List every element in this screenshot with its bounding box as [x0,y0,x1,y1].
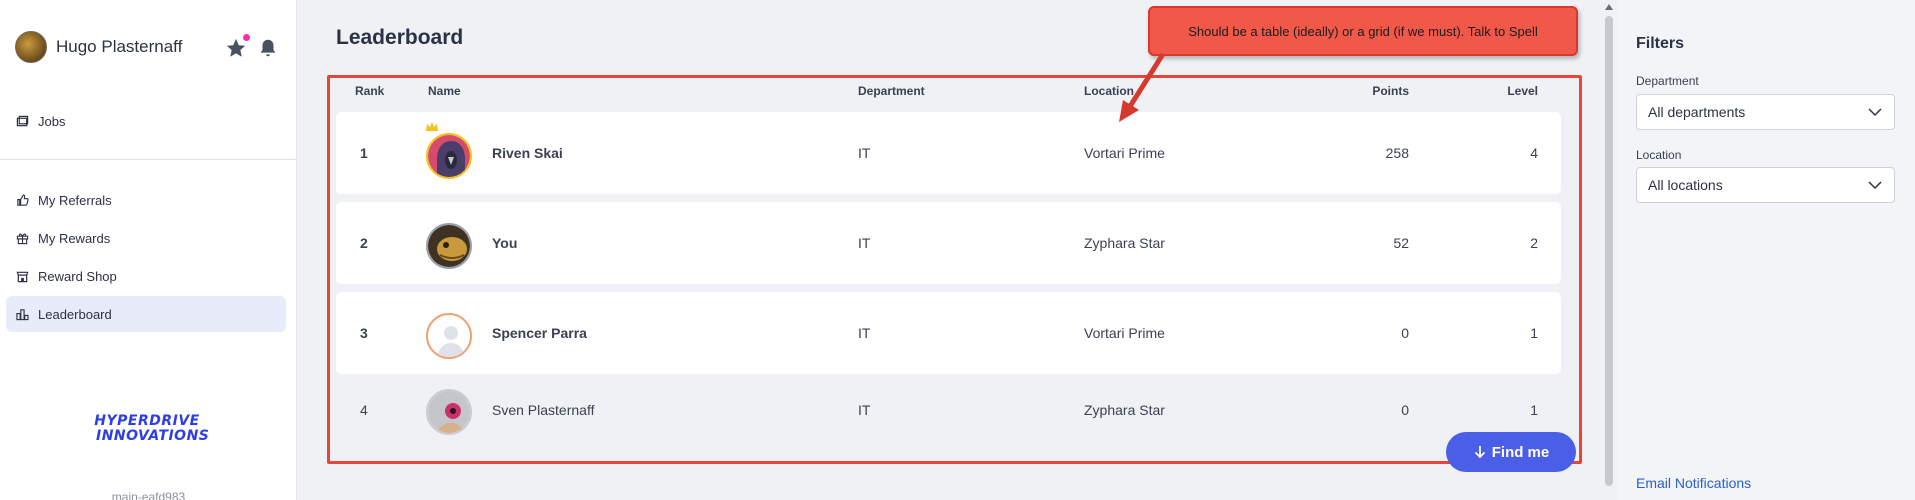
table-row[interactable]: 4 Sven Plasternaff IT Zyphara Star 0 1 [336,369,1561,451]
scroll-up-icon[interactable] [1605,4,1613,10]
sidebar-item-label: Jobs [38,113,66,129]
row-points: 52 [1393,235,1409,251]
sidebar-divider [0,159,297,160]
annotation-text: Should be a table (ideally) or a grid (i… [1188,23,1538,39]
row-location: Zyphara Star [1084,235,1165,251]
filters-panel: Filters Department All departments Locat… [1617,0,1915,500]
column-header-rank[interactable]: Rank [355,84,384,98]
table-row[interactable]: 3 Spencer Parra IT Vortari Prime 0 1 [336,292,1561,374]
company-logo: HYPERDRIVE INNOVATIONS [94,413,210,444]
arrow-down-icon [1474,446,1485,459]
row-location: Zyphara Star [1084,402,1165,418]
sidebar-item-my-referrals[interactable]: My Referrals [6,182,286,218]
shop-icon [16,271,29,282]
row-points: 0 [1401,402,1409,418]
row-name: Riven Skai [492,145,563,161]
row-rank: 3 [360,325,368,341]
row-department: IT [858,235,871,251]
row-level: 1 [1530,402,1538,418]
sidebar-item-leaderboard[interactable]: Leaderboard [6,296,286,332]
column-header-level[interactable]: Level [1507,84,1538,98]
player-avatar [426,313,472,359]
sidebar-item-jobs[interactable]: Jobs [6,103,286,139]
star-icon[interactable] [225,34,250,59]
row-points: 258 [1385,145,1409,161]
sidebar-item-label: Reward Shop [38,268,117,284]
row-level: 2 [1530,235,1538,251]
row-level: 1 [1530,325,1538,341]
location-select[interactable]: All locations [1636,167,1895,203]
player-avatar [426,389,472,435]
player-avatar [426,133,472,179]
page-title: Leaderboard [336,26,464,49]
thumbs-up-icon [17,193,29,206]
scrollbar[interactable] [1601,0,1617,500]
row-name: You [492,235,518,251]
chevron-down-icon [1868,108,1882,117]
player-avatar [426,223,472,269]
row-department: IT [858,325,871,341]
user-profile[interactable]: Hugo Plasternaff [15,31,182,63]
chevron-down-icon [1868,181,1882,190]
row-location: Vortari Prime [1084,325,1165,341]
row-rank: 1 [360,145,368,161]
row-department: IT [858,402,871,418]
column-header-name[interactable]: Name [428,84,461,98]
user-avatar [15,31,47,63]
table-row[interactable]: 2 You IT Zyphara Star 52 2 [336,202,1561,284]
column-header-points[interactable]: Points [1372,84,1409,98]
email-notifications-link[interactable]: Email Notifications [1636,475,1751,491]
crown-icon [426,122,438,131]
sidebar-item-label: Leaderboard [38,306,112,322]
leaderboard-icon [16,308,29,320]
find-me-button[interactable]: Find me [1446,432,1576,472]
scroll-thumb[interactable] [1605,16,1613,486]
department-filter-label: Department [1636,74,1699,88]
row-level: 4 [1530,145,1538,161]
user-name: Hugo Plasternaff [56,37,183,56]
annotation-arrow-icon [1119,52,1166,122]
table-header: Rank Name Department Location Points Lev… [336,84,1561,98]
table-row[interactable]: 1 Riven Skai IT Vortari Prime 258 4 [336,112,1561,194]
row-name: Sven Plasternaff [492,402,595,418]
location-filter-label: Location [1636,148,1682,162]
column-header-department[interactable]: Department [858,84,925,98]
sidebar-item-label: My Referrals [38,192,112,208]
row-points: 0 [1401,325,1409,341]
row-rank: 2 [360,235,368,251]
department-select[interactable]: All departments [1636,94,1895,130]
row-name: Spencer Parra [492,325,587,341]
filters-title: Filters [1636,35,1685,52]
sidebar-item-my-rewards[interactable]: My Rewards [6,220,286,256]
sidebar-item-reward-shop[interactable]: Reward Shop [6,258,286,294]
bell-icon[interactable] [257,37,279,59]
row-location: Vortari Prime [1084,145,1165,161]
notification-dot [243,34,250,41]
row-department: IT [858,145,871,161]
sidebar-item-label: My Rewards [38,230,111,246]
annotation-callout: Should be a table (ideally) or a grid (i… [1148,6,1578,56]
row-rank: 4 [360,402,368,418]
sidebar: Hugo Plasternaff Jobs My Referrals My Re… [0,0,297,500]
version-label: main-eafd983 [111,490,186,500]
gift-icon [16,233,29,244]
jobs-icon [16,115,29,126]
